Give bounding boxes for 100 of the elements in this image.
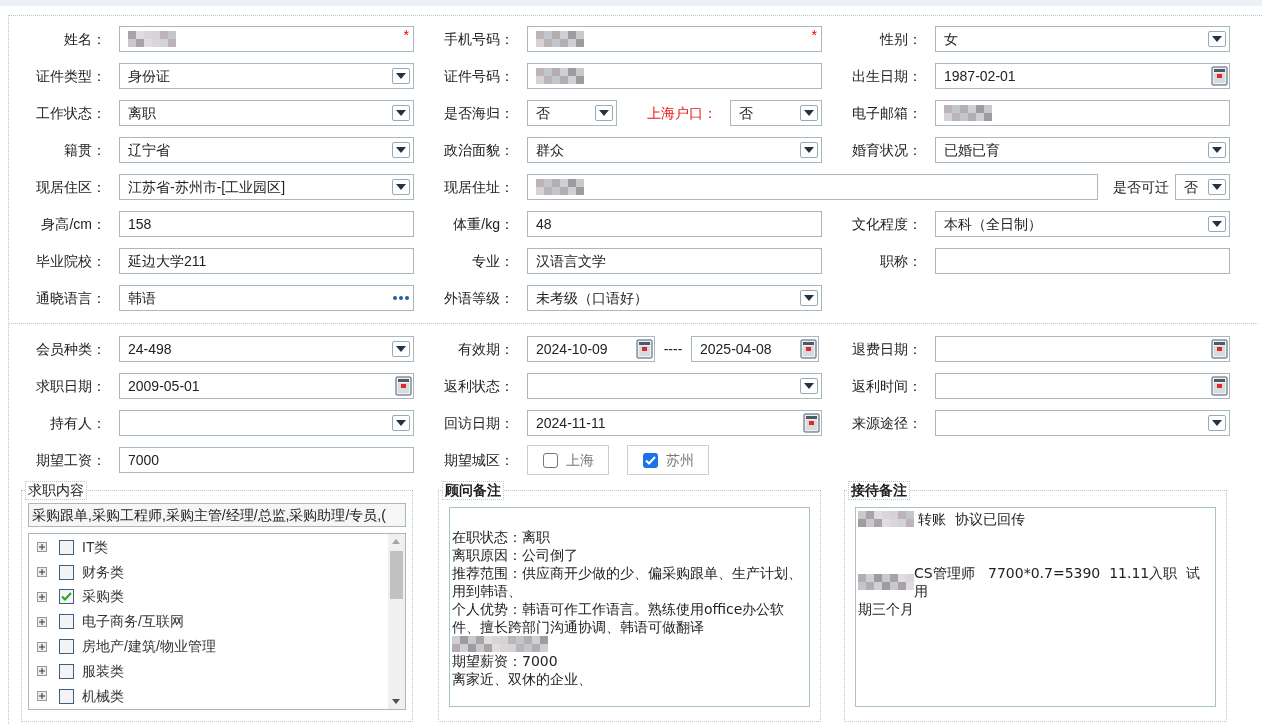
input-field[interactable]: 1987-02-01 (935, 63, 1230, 89)
scrollbar[interactable] (388, 534, 405, 709)
field-label: 证件号码： (443, 66, 515, 86)
expand-icon[interactable] (37, 616, 47, 627)
input-field[interactable]: 24-498 (119, 336, 414, 362)
field-label: 是否海归： (443, 103, 515, 123)
field-label: 电子邮箱： (851, 103, 923, 123)
field-label: 职称： (879, 251, 923, 271)
more-icon[interactable] (393, 296, 409, 300)
input-field[interactable]: 韩语 (119, 285, 414, 311)
notes-textarea[interactable]: 转账 协议已回传 CS管理师 7700*0.7=5390 11.11入职 试用 期三个月 (855, 507, 1216, 707)
checkbox[interactable] (59, 589, 74, 605)
note-text: 期望薪资：7000 (452, 652, 558, 670)
fieldset-title: 顾问备注 (442, 481, 504, 500)
input-field[interactable]: 群众 (527, 137, 822, 163)
field-label: 返利状态： (443, 376, 515, 396)
note-text: 离职原因：公司倒了 (452, 546, 578, 564)
calendar-icon[interactable] (395, 376, 412, 396)
input-field[interactable]: 延边大学211 (119, 248, 414, 274)
field-label: 籍贯： (63, 140, 107, 160)
tree-item[interactable]: 服装类 (82, 660, 124, 682)
input-field[interactable]: 否 (1175, 174, 1230, 200)
input-field[interactable]: 汉语言文学 (527, 248, 822, 274)
expand-icon[interactable] (37, 641, 47, 652)
expand-icon[interactable] (37, 592, 47, 602)
input-field[interactable] (527, 63, 822, 89)
input-field[interactable] (935, 410, 1230, 436)
input-field[interactable]: 辽宁省 (119, 137, 414, 163)
field-label: 是否可迁 (1112, 177, 1170, 197)
checkbox[interactable] (642, 452, 658, 468)
fieldset-title: 求职内容 (25, 481, 87, 500)
input-field[interactable]: 2025-04-08 (691, 336, 819, 362)
field-label: 婚育状况： (851, 140, 923, 160)
fieldset-title: 接待备注 (848, 481, 910, 500)
note-text: CS管理师 7700*0.7=5390 11.11入职 试用 (914, 564, 1202, 600)
expand-icon[interactable] (37, 567, 47, 578)
input-field[interactable]: 已婚已育 (935, 137, 1230, 163)
input-field[interactable]: * (119, 26, 414, 52)
tree-item[interactable]: IT类 (82, 536, 109, 558)
input-field[interactable]: 否 (730, 100, 822, 126)
scrollbar-thumb[interactable] (390, 551, 403, 599)
checkbox-option[interactable]: 苏州 (627, 445, 709, 475)
field-label: 求职日期： (35, 376, 107, 396)
checkbox[interactable] (59, 564, 74, 580)
input-field[interactable]: 女 (935, 26, 1230, 52)
tree-item[interactable]: 财务类 (82, 561, 124, 583)
field-label: 现居住区： (35, 177, 107, 197)
field-label: 工作状态： (35, 103, 107, 123)
input-field[interactable]: 158 (119, 211, 414, 237)
field-label: 现居住址： (443, 177, 515, 197)
input-field[interactable]: 否 (527, 100, 617, 126)
checkbox[interactable] (59, 663, 74, 679)
calendar-icon[interactable] (1211, 66, 1228, 86)
input-field[interactable] (935, 336, 1230, 362)
input-field[interactable]: 7000 (119, 447, 414, 473)
field-label: 外语等级： (443, 288, 515, 308)
selected-jobs-field[interactable]: 采购跟单,采购工程师,采购主管/经理/总监,采购助理/专员,( (28, 503, 406, 527)
range-separator: ---- (662, 339, 684, 359)
input-field[interactable]: 离职 (119, 100, 414, 126)
notes-textarea[interactable]: 在职状态：离职 离职原因：公司倒了 推荐范围：供应商开少做的少、偏采购跟单、生产计划、用到韩语、 个人优势：韩语可作工作语言。熟练使用office办公软件、擅长跨部门沟通协调、韩语可做翻译 期望薪资：7000 离家近、双休的企业、 (449, 507, 810, 707)
checkbox[interactable] (59, 539, 74, 555)
input-field[interactable]: 本科（全日制） (935, 211, 1230, 237)
calendar-icon[interactable] (636, 339, 653, 359)
field-label: 姓名： (63, 29, 107, 49)
calendar-icon[interactable] (1211, 339, 1228, 359)
field-label: 手机号码： (443, 29, 515, 49)
input-field[interactable]: 2024-11-11 (527, 410, 822, 436)
checkbox[interactable] (59, 688, 74, 704)
input-field[interactable]: 未考级（口语好） (527, 285, 822, 311)
tree-item[interactable]: 电子商务/互联网 (82, 611, 184, 633)
input-field[interactable]: 江苏省-苏州市-[工业园区] (119, 174, 414, 200)
input-field[interactable]: 2009-05-01 (119, 373, 414, 399)
tree-item[interactable]: 机械类 (82, 685, 124, 707)
expand-icon[interactable] (37, 666, 47, 677)
input-field[interactable] (935, 248, 1230, 274)
calendar-icon[interactable] (803, 413, 820, 433)
input-field[interactable] (119, 410, 414, 436)
input-field[interactable] (527, 174, 1098, 200)
scroll-down-arrow-icon[interactable] (392, 699, 400, 704)
input-field[interactable]: 身份证 (119, 63, 414, 89)
expand-icon[interactable] (37, 542, 47, 553)
input-field[interactable]: * (527, 26, 822, 52)
expand-icon[interactable] (37, 691, 47, 702)
checkbox[interactable] (59, 614, 74, 630)
input-field[interactable]: 48 (527, 211, 822, 237)
checkbox[interactable] (59, 639, 74, 655)
calendar-icon[interactable] (1211, 376, 1228, 396)
checkbox[interactable] (542, 452, 558, 468)
checkbox-option[interactable]: 上海 (527, 445, 609, 475)
input-field[interactable] (935, 100, 1230, 126)
input-field[interactable] (527, 373, 822, 399)
calendar-icon[interactable] (800, 339, 817, 359)
input-field[interactable]: 2024-10-09 (527, 336, 655, 362)
input-field[interactable] (935, 373, 1230, 399)
field-label: 身高/cm： (40, 214, 107, 234)
tree-item[interactable]: 房地产/建筑/物业管理 (82, 636, 216, 658)
field-label: 回访日期： (443, 413, 515, 433)
field-label: 来源途径： (851, 413, 923, 433)
note-text: 离家近、双休的企业、 (452, 670, 592, 688)
tree-item[interactable]: 采购类 (82, 586, 124, 608)
